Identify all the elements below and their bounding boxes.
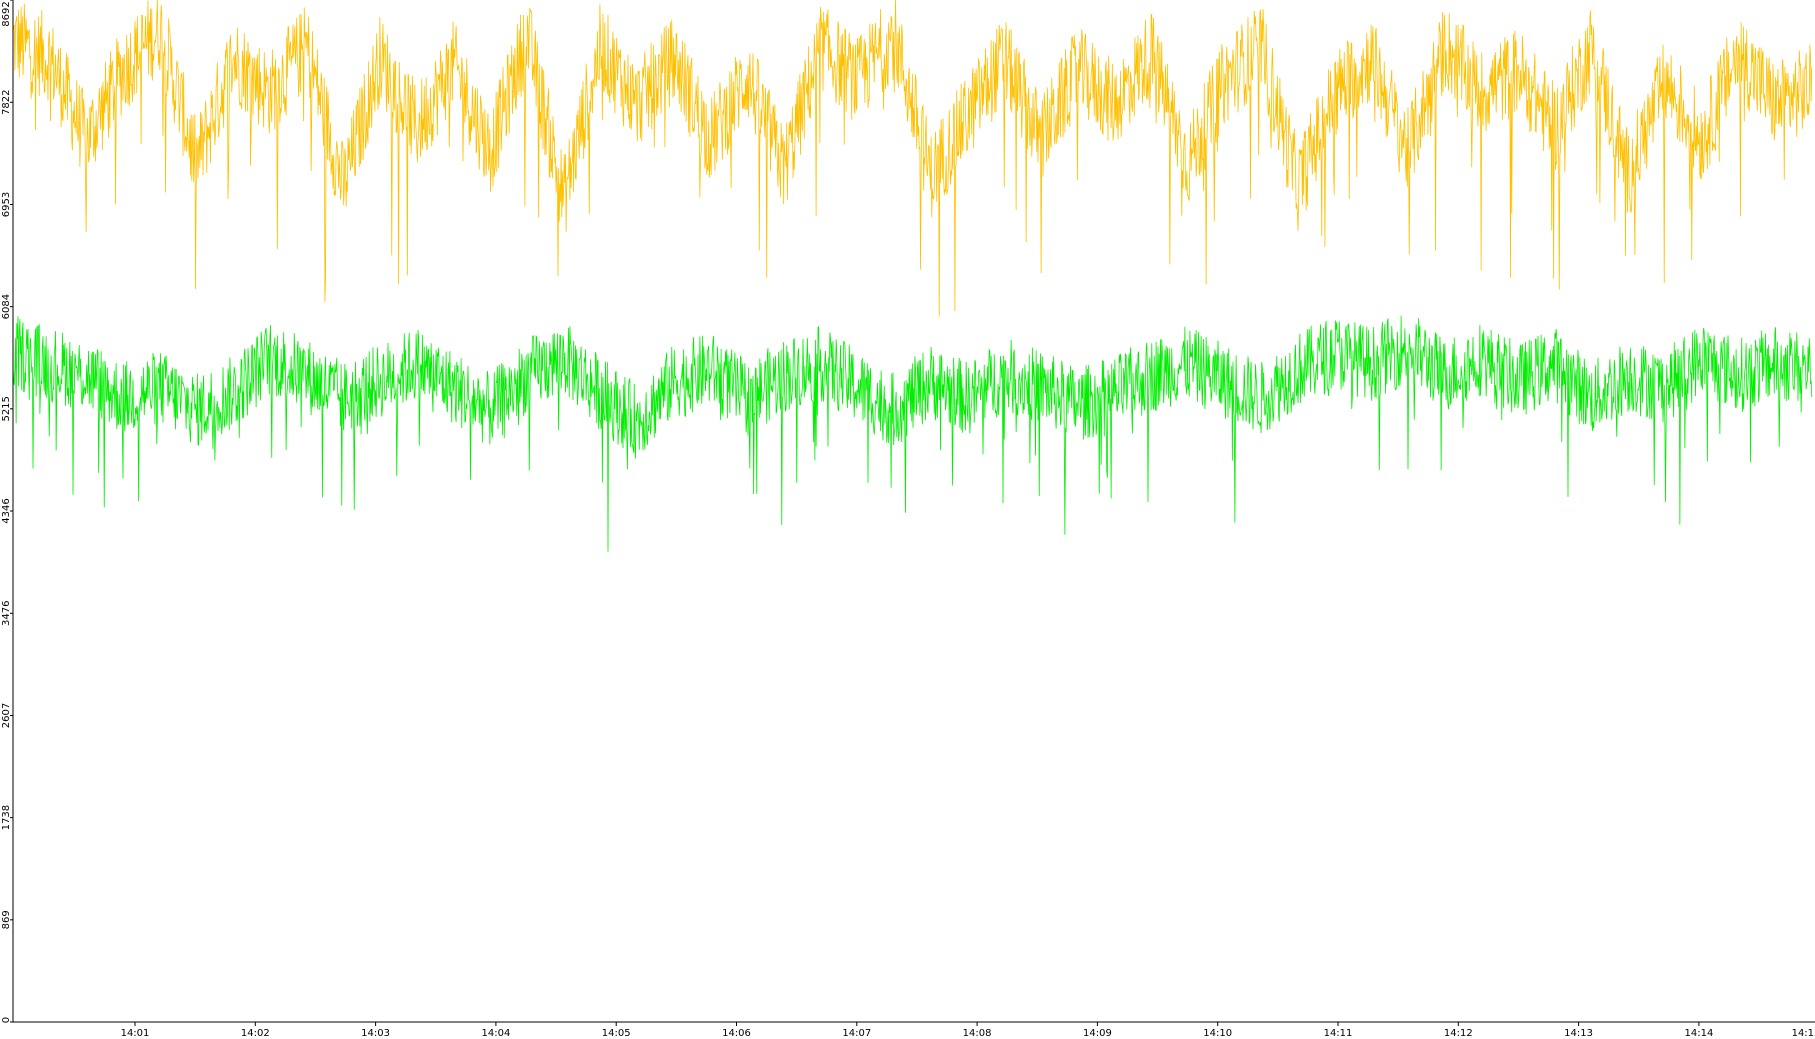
plot-background [0,0,1815,1039]
x-tick-label: 14:12 [1444,1028,1473,1039]
x-tick-label: 14:07 [842,1028,871,1039]
y-tick-label: 6084 [1,294,12,319]
x-tick-label: 14:04 [481,1028,510,1039]
y-tick-label: 2607 [1,703,12,728]
y-tick-label: 1738 [1,805,12,830]
x-tick-label: 14:01 [121,1028,150,1039]
y-tick-label: 8692 [1,1,12,26]
x-tick-label: 14:14 [1684,1028,1713,1039]
x-tick-label: 14:05 [602,1028,631,1039]
y-tick-label: 3476 [1,601,12,626]
y-tick-label: 7822 [1,90,12,115]
x-tick-label: 14:06 [722,1028,751,1039]
x-tick-label: 14:10 [1203,1028,1232,1039]
x-tick-label: 14:08 [963,1028,992,1039]
x-tick-label: 14:15 [1792,1028,1815,1039]
y-tick-label: 0 [1,1017,12,1023]
line-chart: 14:01 14:02 14:03 14:04 14:05 14:06 14:07 14:08… [0,0,1815,1039]
y-tick-label: 869 [1,910,12,929]
y-tick-label: 4346 [1,498,12,523]
y-tick-label: 6953 [1,192,12,217]
x-tick-label: 14:02 [241,1028,270,1039]
x-tick-label: 14:11 [1324,1028,1353,1039]
y-tick-label: 5215 [1,396,12,421]
x-tick-label: 14:03 [361,1028,390,1039]
x-tick-label: 14:09 [1083,1028,1112,1039]
x-tick-label: 14:13 [1564,1028,1593,1039]
